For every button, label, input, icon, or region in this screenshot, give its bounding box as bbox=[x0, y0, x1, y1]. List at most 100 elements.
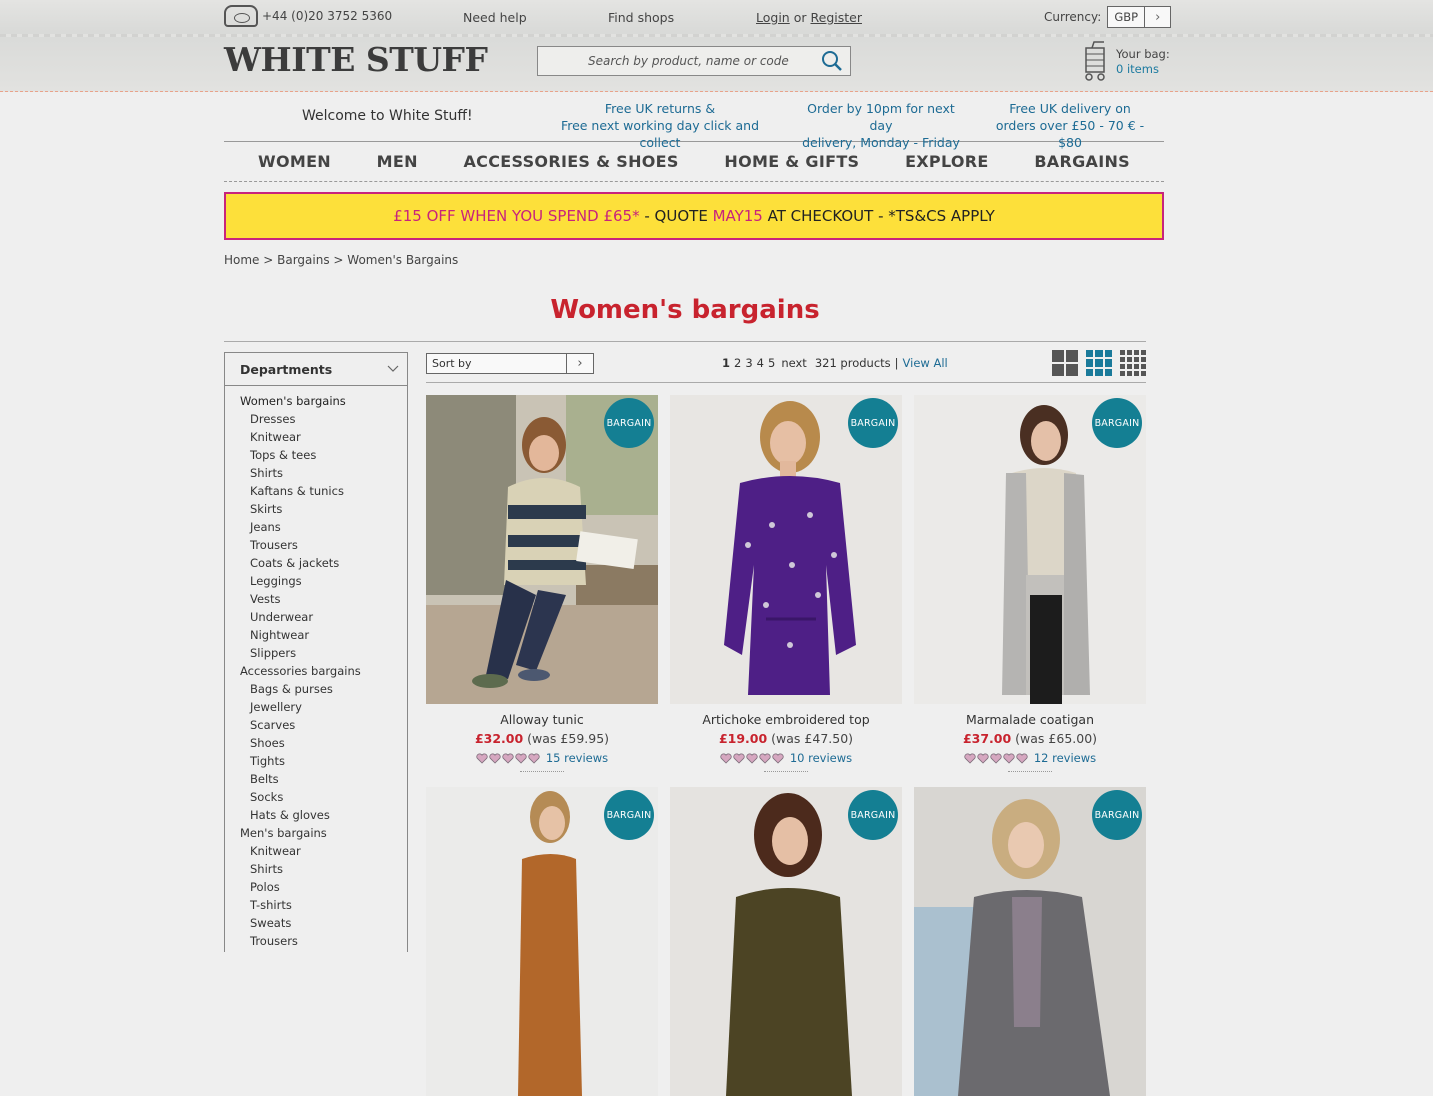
nav-home-gifts[interactable]: HOME & GIFTS bbox=[724, 152, 859, 171]
page-2[interactable]: 2 bbox=[734, 356, 741, 370]
sidebar-item[interactable]: Women's bargains bbox=[225, 392, 407, 410]
nav-men[interactable]: MEN bbox=[377, 152, 418, 171]
page-3[interactable]: 3 bbox=[745, 356, 752, 370]
nav-accessories-shoes[interactable]: ACCESSORIES & SHOES bbox=[464, 152, 679, 171]
department-list: Women's bargains Dresses Knitwear Tops & te… bbox=[225, 386, 407, 950]
search-button[interactable] bbox=[814, 47, 850, 75]
next-page-link[interactable]: next bbox=[781, 356, 806, 370]
sidebar-item[interactable]: Bags & purses bbox=[225, 680, 407, 698]
sidebar-item[interactable]: Kaftans & tunics bbox=[225, 482, 407, 500]
need-help-link[interactable]: Need help bbox=[463, 10, 527, 25]
sidebar-item[interactable]: Nightwear bbox=[225, 626, 407, 644]
page-1[interactable]: 1 bbox=[722, 356, 730, 370]
phone-contact[interactable]: +44 (0)20 3752 5360 bbox=[224, 5, 392, 27]
product-rating[interactable]: 15 reviews bbox=[426, 751, 658, 765]
login-link[interactable]: Login bbox=[756, 10, 790, 25]
grid-3-icon[interactable] bbox=[1086, 350, 1112, 376]
product-card[interactable]: BARGAIN Artichoke embroidered top £19.00… bbox=[670, 395, 902, 772]
product-card[interactable]: BARGAIN bbox=[426, 787, 658, 1096]
sidebar-item[interactable]: Trousers bbox=[225, 932, 407, 950]
sidebar-item[interactable]: Belts bbox=[225, 770, 407, 788]
sidebar-item[interactable]: Socks bbox=[225, 788, 407, 806]
chevron-right-icon[interactable]: › bbox=[1145, 6, 1172, 28]
product-image[interactable]: BARGAIN bbox=[670, 395, 902, 704]
heart-icon bbox=[964, 752, 976, 764]
chevron-down-icon bbox=[387, 365, 399, 372]
telephone-icon bbox=[224, 5, 258, 27]
sidebar-item[interactable]: Knitwear bbox=[225, 428, 407, 446]
promo-quote: - QUOTE bbox=[639, 207, 713, 225]
product-image[interactable]: BARGAIN bbox=[914, 787, 1146, 1096]
product-name[interactable]: Alloway tunic bbox=[426, 712, 658, 727]
sidebar-item[interactable]: Trousers bbox=[225, 536, 407, 554]
divider bbox=[224, 341, 1146, 342]
product-image[interactable]: BARGAIN bbox=[670, 787, 902, 1096]
product-card[interactable]: BARGAIN bbox=[914, 787, 1146, 1096]
sidebar-item[interactable]: Accessories bargains bbox=[225, 662, 407, 680]
grid-4-icon[interactable] bbox=[1120, 350, 1146, 376]
site-logo[interactable]: WHITE STUFF bbox=[224, 40, 488, 79]
sidebar-item[interactable]: Skirts bbox=[225, 500, 407, 518]
trolley-icon bbox=[1085, 41, 1105, 81]
divider bbox=[520, 771, 564, 772]
sidebar-item[interactable]: Jewellery bbox=[225, 698, 407, 716]
product-image[interactable]: BARGAIN bbox=[426, 395, 658, 704]
sidebar-item[interactable]: Shirts bbox=[225, 860, 407, 878]
bargain-badge: BARGAIN bbox=[604, 790, 654, 840]
sidebar-item[interactable]: Men's bargains bbox=[225, 824, 407, 842]
nav-bargains[interactable]: BARGAINS bbox=[1034, 152, 1130, 171]
product-image[interactable]: BARGAIN bbox=[914, 395, 1146, 704]
nav-women[interactable]: WOMEN bbox=[258, 152, 331, 171]
shopping-bag[interactable]: Your bag: 0 items bbox=[1080, 40, 1170, 82]
find-shops-link[interactable]: Find shops bbox=[608, 10, 674, 25]
view-all-link[interactable]: View All bbox=[903, 356, 948, 370]
search-input[interactable] bbox=[538, 47, 818, 75]
sidebar-item[interactable]: Leggings bbox=[225, 572, 407, 590]
sidebar-item[interactable]: Dresses bbox=[225, 410, 407, 428]
product-name[interactable]: Artichoke embroidered top bbox=[670, 712, 902, 727]
sidebar-item[interactable]: Scarves bbox=[225, 716, 407, 734]
sale-price: £37.00 bbox=[962, 731, 1012, 746]
phone-number: +44 (0)20 3752 5360 bbox=[262, 9, 393, 23]
breadcrumb[interactable]: Home > Bargains > Women's Bargains bbox=[224, 253, 458, 267]
nav-explore[interactable]: EXPLORE bbox=[905, 152, 989, 171]
sidebar-item[interactable]: Vests bbox=[225, 590, 407, 608]
divider bbox=[764, 771, 808, 772]
product-name[interactable]: Marmalade coatigan bbox=[914, 712, 1146, 727]
bag-count[interactable]: 0 items bbox=[1116, 62, 1170, 77]
sidebar-item[interactable]: Knitwear bbox=[225, 842, 407, 860]
product-count: 321 products bbox=[814, 356, 891, 370]
product-card[interactable]: BARGAIN bbox=[670, 787, 902, 1096]
departments-toggle[interactable]: Departments bbox=[225, 353, 407, 386]
sidebar-item[interactable]: Polos bbox=[225, 878, 407, 896]
sidebar-item[interactable]: Underwear bbox=[225, 608, 407, 626]
product-card[interactable]: BARGAIN Alloway tunic £32.00 (was £59.95… bbox=[426, 395, 658, 772]
was-price: (was £47.50) bbox=[771, 731, 854, 746]
sidebar-item[interactable]: Hats & gloves bbox=[225, 806, 407, 824]
sidebar-item[interactable]: Tights bbox=[225, 752, 407, 770]
register-link[interactable]: Register bbox=[811, 10, 862, 25]
product-card[interactable]: BARGAIN Marmalade coatigan £37.00 (was £… bbox=[914, 395, 1146, 772]
currency-dropdown[interactable]: GBP bbox=[1107, 6, 1146, 28]
product-image[interactable]: BARGAIN bbox=[426, 787, 658, 1096]
sort-dropdown[interactable]: Sort by › bbox=[426, 353, 594, 374]
sidebar-item[interactable]: Tops & tees bbox=[225, 446, 407, 464]
page-5[interactable]: 5 bbox=[768, 356, 775, 370]
grid-2-icon[interactable] bbox=[1052, 350, 1078, 376]
product-rating[interactable]: 12 reviews bbox=[914, 751, 1146, 765]
page-title: Women's bargains bbox=[550, 295, 820, 325]
page-4[interactable]: 4 bbox=[757, 356, 764, 370]
chevron-right-icon[interactable]: › bbox=[566, 354, 593, 373]
was-price: (was £65.00) bbox=[1015, 731, 1098, 746]
sidebar-item[interactable]: Slippers bbox=[225, 644, 407, 662]
product-rating[interactable]: 10 reviews bbox=[670, 751, 902, 765]
sidebar-item[interactable]: Shoes bbox=[225, 734, 407, 752]
sidebar-item[interactable]: Shirts bbox=[225, 464, 407, 482]
search-icon bbox=[822, 51, 842, 71]
sidebar-item[interactable]: Jeans bbox=[225, 518, 407, 536]
sidebar-item[interactable]: T-shirts bbox=[225, 896, 407, 914]
sidebar-item[interactable]: Coats & jackets bbox=[225, 554, 407, 572]
pagination: 1 2 3 4 5 next 321 products | View All bbox=[722, 356, 948, 370]
sidebar-item[interactable]: Sweats bbox=[225, 914, 407, 932]
promo-banner[interactable]: £15 OFF WHEN YOU SPEND £65* - QUOTE MAY1… bbox=[224, 192, 1164, 240]
